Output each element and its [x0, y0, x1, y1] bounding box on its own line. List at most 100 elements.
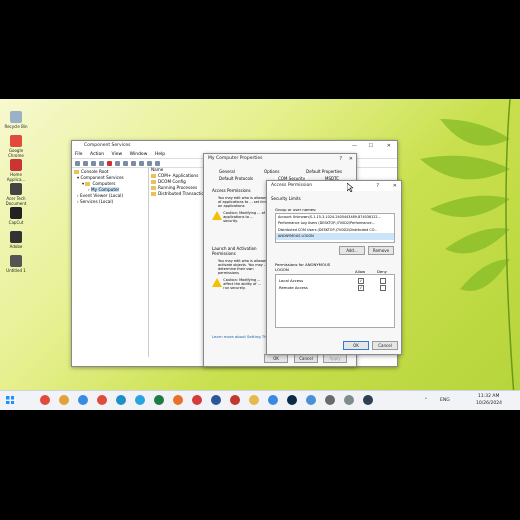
desktop-icon[interactable]: Acer Tech Document	[3, 183, 29, 206]
app-icon[interactable]	[325, 395, 335, 405]
delete-icon[interactable]	[107, 160, 112, 166]
component-services-titlebar: Component Services — ☐ ✕	[72, 141, 397, 151]
help-icon[interactable]: ?	[339, 154, 342, 164]
forward-icon[interactable]	[83, 160, 88, 166]
desktop-icon[interactable]: Recycle Bin	[3, 111, 29, 129]
desktop-icon[interactable]: Google Chrome	[3, 135, 29, 158]
chrome-icon[interactable]	[78, 395, 88, 405]
show-tree-icon[interactable]	[99, 160, 104, 166]
remove-button[interactable]: Remove	[368, 246, 394, 255]
app-icon[interactable]	[344, 395, 354, 405]
access-permissions-group: Access Permissions You may edit who is a…	[212, 188, 272, 223]
apply-button[interactable]: Apply	[323, 354, 347, 363]
user-list: Account Unknown(S-1-15-3-1024-2405443489…	[275, 213, 395, 243]
desktop-icon[interactable]: CapCut	[3, 207, 29, 225]
view-icon[interactable]	[139, 160, 144, 166]
folder-icon	[151, 180, 156, 184]
word-icon[interactable]	[211, 395, 221, 405]
access-permission-dialog: Access Permission ? ✕ Security Limits Gr…	[266, 180, 402, 355]
close-icon[interactable]: ✕	[349, 154, 353, 164]
tab-general[interactable]: General	[219, 169, 235, 174]
dialog-title: Access Permission	[271, 183, 313, 188]
allow-checkbox[interactable]: ✓	[358, 278, 364, 284]
up-icon[interactable]	[91, 160, 96, 166]
menu-action[interactable]: Action	[90, 152, 104, 157]
app-icon[interactable]	[306, 395, 316, 405]
desktop-icon-label: Untitled 1	[6, 268, 26, 273]
menu-help[interactable]: Help	[155, 152, 165, 157]
properties-icon[interactable]	[115, 160, 120, 166]
chrome-icon[interactable]	[268, 395, 278, 405]
chrome-icon[interactable]	[97, 395, 107, 405]
firefox-icon[interactable]	[173, 395, 183, 405]
close-icon[interactable]: ✕	[387, 141, 391, 151]
access-permission-titlebar: Access Permission ? ✕	[267, 181, 401, 191]
close-icon[interactable]: ✕	[393, 181, 397, 191]
view-icon[interactable]	[155, 160, 160, 166]
list-item[interactable]: ANONYMOUS LOGON	[276, 233, 394, 240]
photoshop-icon[interactable]	[287, 395, 297, 405]
clock-time[interactable]: 11:32 AM	[478, 394, 499, 399]
desktop-icon-label: CapCut	[8, 220, 24, 225]
desktop-icon[interactable]: Adobe	[3, 231, 29, 249]
cancel-button[interactable]: Cancel	[294, 354, 318, 363]
chrome-icon[interactable]	[40, 395, 50, 405]
excel-icon[interactable]	[154, 395, 164, 405]
folder-icon	[151, 174, 156, 178]
edge-icon[interactable]	[116, 395, 126, 405]
telegram-icon[interactable]	[135, 395, 145, 405]
folder-icon	[151, 192, 156, 196]
permissions-label: Permissions for ANONYMOUS LOGON	[275, 262, 331, 272]
chrome-icon[interactable]	[59, 395, 69, 405]
list-item[interactable]: Distributed Transaction	[151, 191, 211, 197]
app-icon	[10, 207, 22, 219]
clock-date[interactable]: 10/26/2024	[476, 401, 502, 406]
tree-item-services[interactable]: › Services (Local)	[74, 199, 146, 205]
help-icon[interactable]	[131, 160, 136, 166]
allow-checkbox[interactable]: ✓	[358, 285, 364, 291]
launch-activation-group: Launch and Activation Permissions You ma…	[212, 246, 272, 290]
permission-row: Remote Access ✓	[279, 285, 391, 291]
menu-view[interactable]: View	[112, 152, 123, 157]
tab-default-properties[interactable]: Default Properties	[306, 169, 342, 174]
deny-checkbox[interactable]	[380, 285, 386, 291]
mouse-cursor	[347, 183, 353, 192]
ok-button[interactable]: OK	[264, 354, 288, 363]
ok-button[interactable]: OK	[343, 341, 369, 350]
tray-chevron-icon[interactable]: ⌃	[424, 398, 428, 403]
minimize-icon[interactable]: —	[352, 141, 357, 151]
add-button[interactable]: Add...	[339, 246, 365, 255]
list-pane: Name COM+ Applications DCOM Config Runni…	[148, 167, 211, 357]
desktop-icon-label: Home Applica...	[6, 172, 26, 182]
app-icon	[10, 255, 22, 267]
app-icon[interactable]	[230, 395, 240, 405]
security-limits-tab[interactable]: Security Limits	[271, 196, 301, 201]
folder-icon	[74, 170, 79, 174]
refresh-icon[interactable]	[123, 160, 128, 166]
help-icon[interactable]: ?	[376, 181, 379, 191]
view-icon[interactable]	[147, 160, 152, 166]
taskbar: ⌃ ENG 11:32 AM 10/26/2024	[0, 390, 520, 410]
cancel-button[interactable]: Cancel	[372, 341, 398, 350]
deny-checkbox[interactable]	[380, 278, 386, 284]
tab-options[interactable]: Options	[264, 169, 279, 174]
language-indicator[interactable]: ENG	[440, 398, 450, 403]
desktop-icon[interactable]: Home Applica...	[3, 159, 29, 182]
app-icon[interactable]	[363, 395, 373, 405]
menu-file[interactable]: File	[75, 152, 83, 157]
permissions-table: Local Access ✓ Remote Access ✓	[275, 274, 395, 328]
tab-row-1: General Options Default Properties	[219, 169, 354, 174]
desktop-icon-label: Adobe	[9, 244, 23, 249]
dialog-title: My Computer Properties	[208, 156, 263, 161]
explorer-icon[interactable]	[249, 395, 259, 405]
maximize-icon[interactable]: ☐	[369, 141, 373, 151]
app-icon[interactable]	[192, 395, 202, 405]
back-icon[interactable]	[75, 160, 80, 166]
tab-default-protocols[interactable]: Default Protocols	[219, 176, 253, 181]
app-icon	[10, 135, 22, 147]
start-button-icon[interactable]	[6, 396, 14, 404]
menu-window[interactable]: Window	[130, 152, 148, 157]
desktop-icon-label: Google Chrome	[8, 148, 24, 158]
app-icon	[10, 183, 22, 195]
desktop-icon[interactable]: Untitled 1	[3, 255, 29, 273]
